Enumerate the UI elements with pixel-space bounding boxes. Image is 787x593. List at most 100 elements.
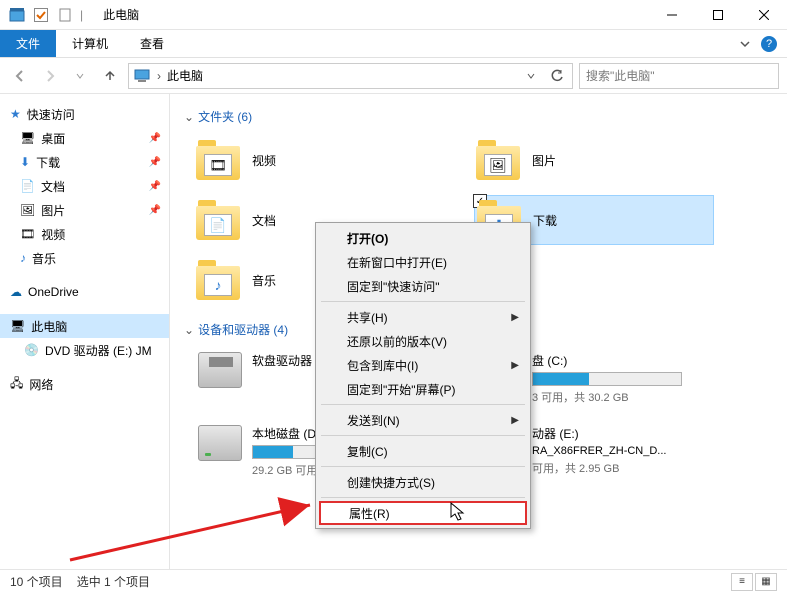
capacity-bar [532, 372, 682, 386]
desktop-icon: 🖥 [20, 131, 35, 145]
sidebar-item-videos[interactable]: 🎞 视频 [0, 222, 169, 246]
titlebar: | 此电脑 [0, 0, 787, 30]
context-menu-item[interactable]: 固定到"快速访问" [319, 274, 527, 298]
sidebar-dvd[interactable]: 💿 DVD 驱动器 (E:) JM [0, 338, 169, 362]
menu-separator [321, 404, 525, 405]
ribbon-expand-icon[interactable] [739, 38, 751, 50]
maximize-button[interactable] [695, 0, 741, 30]
pc-icon: 🖥 [10, 319, 25, 333]
breadcrumb-chevron-icon[interactable]: › [157, 69, 161, 83]
window-title: 此电脑 [103, 6, 139, 23]
view-tab[interactable]: 查看 [124, 30, 180, 57]
menu-separator [321, 497, 525, 498]
quick-access-toolbar: | [0, 6, 91, 24]
sidebar-item-label: 此电脑 [31, 318, 67, 335]
disc-icon: 💿 [24, 343, 39, 357]
context-menu-item[interactable]: 固定到"开始"屏幕(P) [319, 377, 527, 401]
cloud-icon: ☁ [10, 285, 22, 299]
address-box[interactable]: › 此电脑 [128, 63, 573, 89]
menu-separator [321, 466, 525, 467]
icons-view-button[interactable]: ▦ [755, 573, 777, 591]
qat-dropdown-icon[interactable] [56, 6, 74, 24]
sidebar-item-label: OneDrive [28, 285, 79, 299]
context-menu-item[interactable]: 创建快捷方式(S) [319, 470, 527, 494]
address-dropdown-icon[interactable] [522, 71, 540, 81]
sidebar-onedrive[interactable]: ☁ OneDrive [0, 280, 169, 304]
menu-separator [321, 435, 525, 436]
forward-button[interactable] [38, 64, 62, 88]
folder-pictures[interactable]: 🖼 图片 [474, 135, 714, 185]
close-button[interactable] [741, 0, 787, 30]
quick-access-label: 快速访问 [27, 106, 75, 123]
context-menu-item[interactable]: 还原以前的版本(V) [319, 329, 527, 353]
folder-label: 文档 [252, 212, 276, 229]
document-icon: 📄 [20, 179, 35, 193]
chevron-down-icon: ⌄ [184, 110, 194, 124]
folder-label: 下载 [533, 212, 557, 229]
sidebar-item-desktop[interactable]: 🖥 桌面 📌 [0, 126, 169, 150]
details-view-button[interactable]: ≡ [731, 573, 753, 591]
recent-dropdown[interactable] [68, 64, 92, 88]
help-button[interactable]: ? [761, 36, 777, 52]
search-input[interactable]: 搜索"此电脑" [579, 63, 779, 89]
submenu-arrow-icon: ▶ [511, 360, 519, 371]
item-count: 10 个项目 [10, 573, 63, 590]
ribbon-tabs: 文件 计算机 查看 ? [0, 30, 787, 58]
video-icon: 🎞 [20, 227, 35, 241]
submenu-arrow-icon: ▶ [511, 312, 519, 323]
submenu-arrow-icon: ▶ [511, 415, 519, 426]
hdd-icon [198, 425, 242, 461]
folder-videos[interactable]: 🎞 视频 [194, 135, 434, 185]
qat-divider: | [80, 8, 83, 22]
folder-label: 图片 [532, 152, 556, 169]
sidebar-network[interactable]: 🖧网络 [0, 372, 169, 396]
sidebar-item-label: 网络 [29, 376, 53, 393]
folder-icon: 🎞 [196, 140, 240, 180]
context-menu-item[interactable]: 打开(O) [319, 226, 527, 250]
computer-tab[interactable]: 计算机 [56, 30, 124, 57]
sidebar-item-label: 图片 [41, 202, 65, 219]
qat-checkbox-icon[interactable] [32, 6, 50, 24]
pin-icon: 📌 [149, 133, 161, 144]
context-menu-item[interactable]: 共享(H)▶ [319, 305, 527, 329]
pin-icon: 📌 [149, 157, 161, 168]
up-button[interactable] [98, 64, 122, 88]
sidebar-item-label: 视频 [41, 226, 65, 243]
context-menu-item[interactable]: 在新窗口中打开(E) [319, 250, 527, 274]
context-menu-item[interactable]: 属性(R) [319, 501, 527, 525]
section-title: 设备和驱动器 (4) [198, 321, 288, 338]
star-icon: ★ [10, 107, 21, 121]
sidebar-item-label: 桌面 [41, 130, 65, 147]
context-menu-item[interactable]: 发送到(N)▶ [319, 408, 527, 432]
minimize-button[interactable] [649, 0, 695, 30]
section-title: 文件夹 (6) [198, 108, 252, 125]
navigation-pane: ★ 快速访问 🖥桌面📌 ⬇下载📌 📄文档📌 🖼图片📌 🎞视频 ♪音乐 ☁OneD… [0, 94, 170, 569]
folders-section-header[interactable]: ⌄ 文件夹 (6) [184, 108, 773, 125]
back-button[interactable] [8, 64, 32, 88]
context-menu-item[interactable]: 包含到库中(I)▶ [319, 353, 527, 377]
context-menu: 打开(O)在新窗口中打开(E)固定到"快速访问" 共享(H)▶还原以前的版本(V)… [315, 222, 531, 529]
file-tab[interactable]: 文件 [0, 30, 56, 57]
sidebar-item-label: 文档 [41, 178, 65, 195]
folder-icon: 🖼 [476, 140, 520, 180]
sidebar-item-music[interactable]: ♪音乐 [0, 246, 169, 270]
folder-icon: 📄 [196, 200, 240, 240]
sidebar-item-documents[interactable]: 📄 文档 📌 [0, 174, 169, 198]
refresh-button[interactable] [546, 69, 568, 83]
folder-label: 视频 [252, 152, 276, 169]
sidebar-item-downloads[interactable]: ⬇下载📌 [0, 150, 169, 174]
sidebar-item-pictures[interactable]: 🖼图片📌 [0, 198, 169, 222]
sidebar-item-label: DVD 驱动器 (E:) JM [45, 342, 152, 359]
chevron-down-icon: ⌄ [184, 323, 194, 337]
quick-access-header[interactable]: ★ 快速访问 [0, 102, 169, 126]
picture-icon: 🖼 [20, 203, 35, 217]
breadcrumb[interactable]: 此电脑 [167, 67, 203, 84]
sidebar-item-label: 下载 [36, 154, 60, 171]
music-icon: ♪ [20, 251, 26, 265]
pin-icon: 📌 [149, 181, 161, 192]
folder-label: 音乐 [252, 272, 276, 289]
sidebar-this-pc[interactable]: 🖥 此电脑 [0, 314, 169, 338]
drive-label: 动器 (E:) [532, 425, 730, 442]
drive-label: 盘 (C:) [532, 352, 730, 369]
context-menu-item[interactable]: 复制(C) [319, 439, 527, 463]
